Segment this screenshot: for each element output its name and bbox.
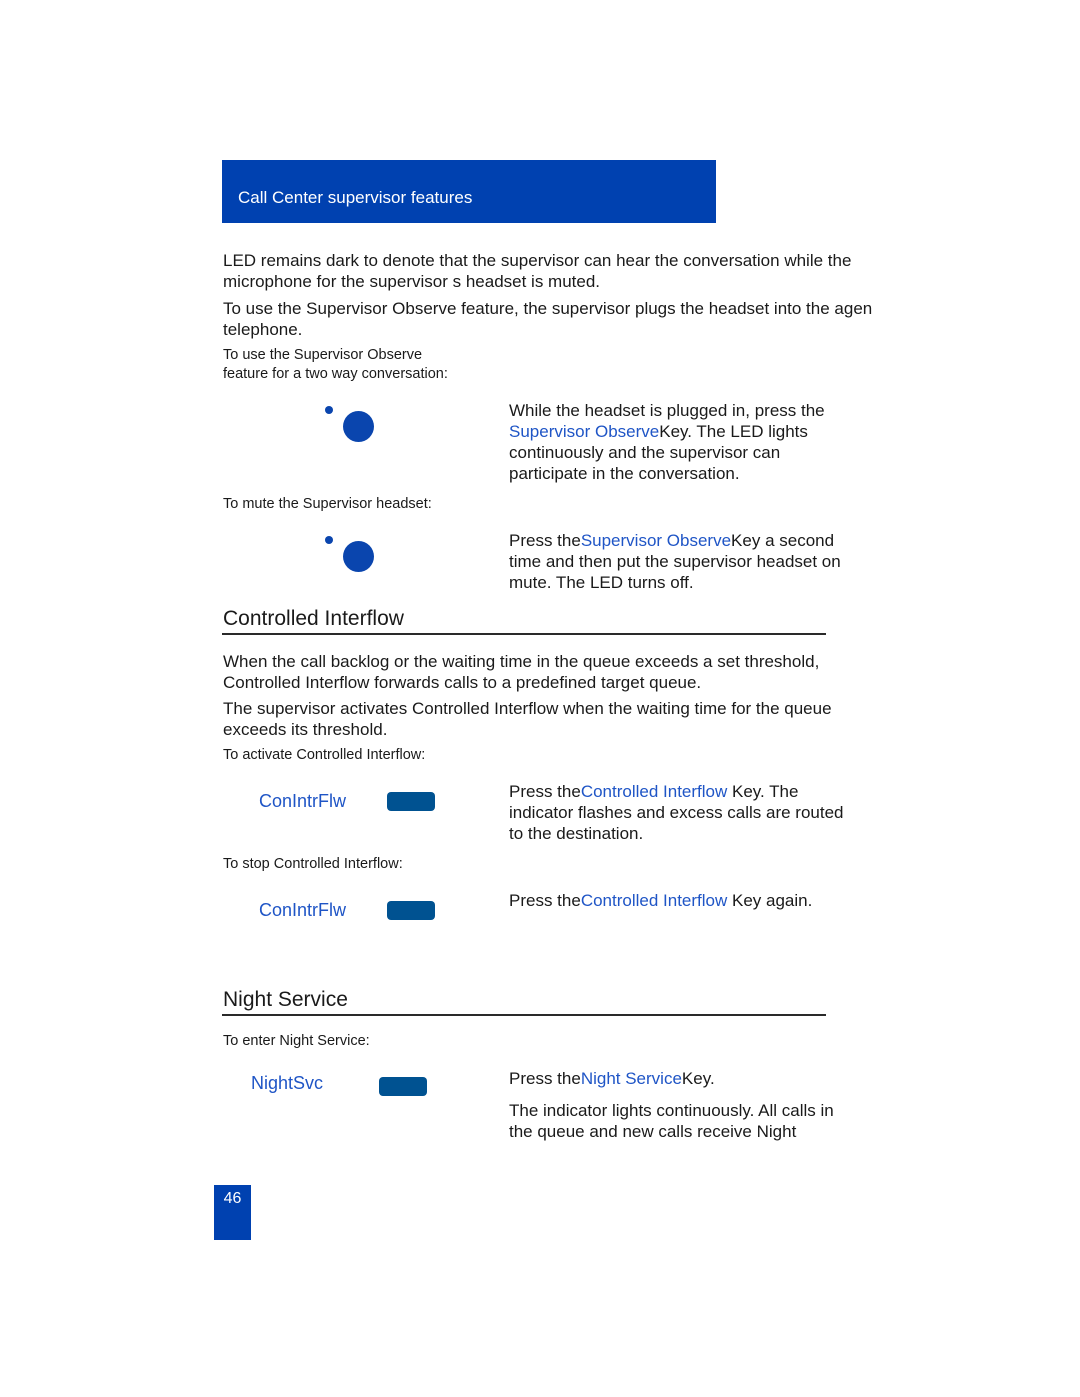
supervisor-observe-key-button[interactable]: [343, 541, 374, 572]
chapter-title: Call Center supervisor features: [238, 188, 473, 207]
page-number-tab: 46: [214, 1185, 251, 1240]
supervisor-observe-link: Supervisor Observe: [509, 422, 660, 441]
two-way-step-description: While the headset is plugged in, press t…: [509, 400, 825, 484]
interflow-paragraph-2: The supervisor activates Controlled Inte…: [223, 698, 832, 740]
page-number: 46: [223, 1190, 242, 1207]
nightsvc-key-label: NightSvc: [251, 1073, 324, 1093]
activate-desc-line-2: indicator flashes and excess calls are r…: [509, 803, 844, 822]
interflow-paragraph-1-line-1: When the call backlog or the waiting tim…: [223, 652, 820, 671]
intro-paragraph-1: LED remains dark to denote that the supe…: [223, 250, 851, 292]
supervisor-observe-key-button[interactable]: [343, 411, 374, 442]
led-indicator-icon: [325, 406, 333, 414]
two-way-desc-line-2: Supervisor ObserveKey. The LED lights: [509, 421, 825, 442]
night-desc-rest: Key.: [681, 1069, 715, 1088]
activate-desc-prefix: Press the: [509, 782, 581, 801]
interflow-paragraph-2-line-2: exceeds its threshold.: [223, 720, 388, 739]
supervisor-observe-link: Supervisor Observe: [580, 531, 732, 550]
mute-desc-line-3: mute. The LED turns off.: [509, 573, 694, 592]
stop-interflow-step-label: To stop Controlled Interflow:: [223, 856, 403, 872]
nightsvc-key-button[interactable]: [379, 1077, 427, 1096]
two-way-desc-line-4: participate in the conversation.: [509, 464, 740, 483]
stop-desc-rest: Key again.: [727, 891, 813, 910]
activate-interflow-step-label: To activate Controlled Interflow:: [223, 747, 426, 763]
intro-paragraph-2-line-1: To use the Supervisor Observe feature, t…: [223, 299, 873, 318]
stop-desc-line-1: Press theControlled Interflow Key again.: [509, 890, 812, 911]
two-way-desc-line-2-rest: Key. The LED lights: [659, 422, 808, 441]
night-service-link: Night Service: [580, 1069, 682, 1088]
conintrflw-key-label: ConIntrFlw: [259, 791, 347, 811]
controlled-interflow-link: Controlled Interflow: [580, 891, 728, 910]
night-service-result-description: The indicator lights continuously. All c…: [509, 1100, 834, 1142]
stop-desc-prefix: Press the: [509, 891, 581, 910]
intro-paragraph-2-line-2: telephone.: [223, 320, 303, 339]
chapter-header-bar: Call Center supervisor features: [222, 160, 716, 223]
intro-paragraph-2: To use the Supervisor Observe feature, t…: [223, 298, 872, 340]
section-divider: [222, 1014, 826, 1016]
conintrflw-key-label: ConIntrFlw: [259, 900, 347, 920]
section-title-controlled-interflow: Controlled Interflow: [223, 607, 404, 630]
activate-desc-line-3: to the destination.: [509, 824, 644, 843]
interflow-paragraph-2-line-1: The supervisor activates Controlled Inte…: [223, 699, 832, 718]
controlled-interflow-link: Controlled Interflow: [580, 782, 728, 801]
two-way-step-label: To use the Supervisor Observe feature fo…: [223, 346, 448, 384]
conintrflw-key-button[interactable]: [387, 792, 435, 811]
night-desc-line-1: Press theNight ServiceKey.: [509, 1068, 715, 1089]
interflow-paragraph-1: When the call backlog or the waiting tim…: [223, 651, 819, 693]
night-result-line-1: The indicator lights continuously. All c…: [509, 1101, 834, 1120]
interflow-paragraph-1-line-2: Controlled Interflow forwards calls to a…: [223, 673, 702, 692]
mute-desc-line-1-rest: Key a second: [731, 531, 835, 550]
activate-desc-line-1-rest: Key. The: [727, 782, 799, 801]
two-way-step-label-line-2: feature for a two way conversation:: [223, 366, 448, 382]
activate-interflow-description: Press theControlled Interflow Key. The i…: [509, 781, 844, 844]
night-result-line-2: the queue and new calls receive Night: [509, 1122, 797, 1141]
enter-night-service-description: Press theNight ServiceKey.: [509, 1068, 715, 1089]
stop-interflow-description: Press theControlled Interflow Key again.: [509, 890, 812, 911]
led-indicator-icon: [325, 536, 333, 544]
two-way-step-label-line-1: To use the Supervisor Observe: [223, 347, 423, 363]
intro-paragraph-1-line-2: microphone for the supervisor s headset …: [223, 272, 601, 291]
conintrflw-key-button[interactable]: [387, 901, 435, 920]
night-desc-prefix: Press the: [509, 1069, 581, 1088]
intro-paragraph-1-line-1: LED remains dark to denote that the supe…: [223, 251, 852, 270]
two-way-desc-line-3: continuously and the supervisor can: [509, 443, 781, 462]
two-way-desc-line-1: While the headset is plugged in, press t…: [509, 401, 825, 420]
mute-step-label: To mute the Supervisor headset:: [223, 496, 432, 512]
activate-desc-line-1: Press theControlled Interflow Key. The: [509, 781, 844, 802]
section-title-night-service: Night Service: [223, 988, 348, 1011]
mute-step-description: Press theSupervisor ObserveKey a second …: [509, 530, 841, 593]
mute-desc-line-2: time and then put the supervisor headset…: [509, 552, 841, 571]
mute-desc-prefix: Press the: [509, 531, 581, 550]
section-divider: [222, 633, 826, 635]
mute-desc-line-1: Press theSupervisor ObserveKey a second: [509, 530, 841, 551]
enter-night-service-step-label: To enter Night Service:: [223, 1033, 370, 1049]
